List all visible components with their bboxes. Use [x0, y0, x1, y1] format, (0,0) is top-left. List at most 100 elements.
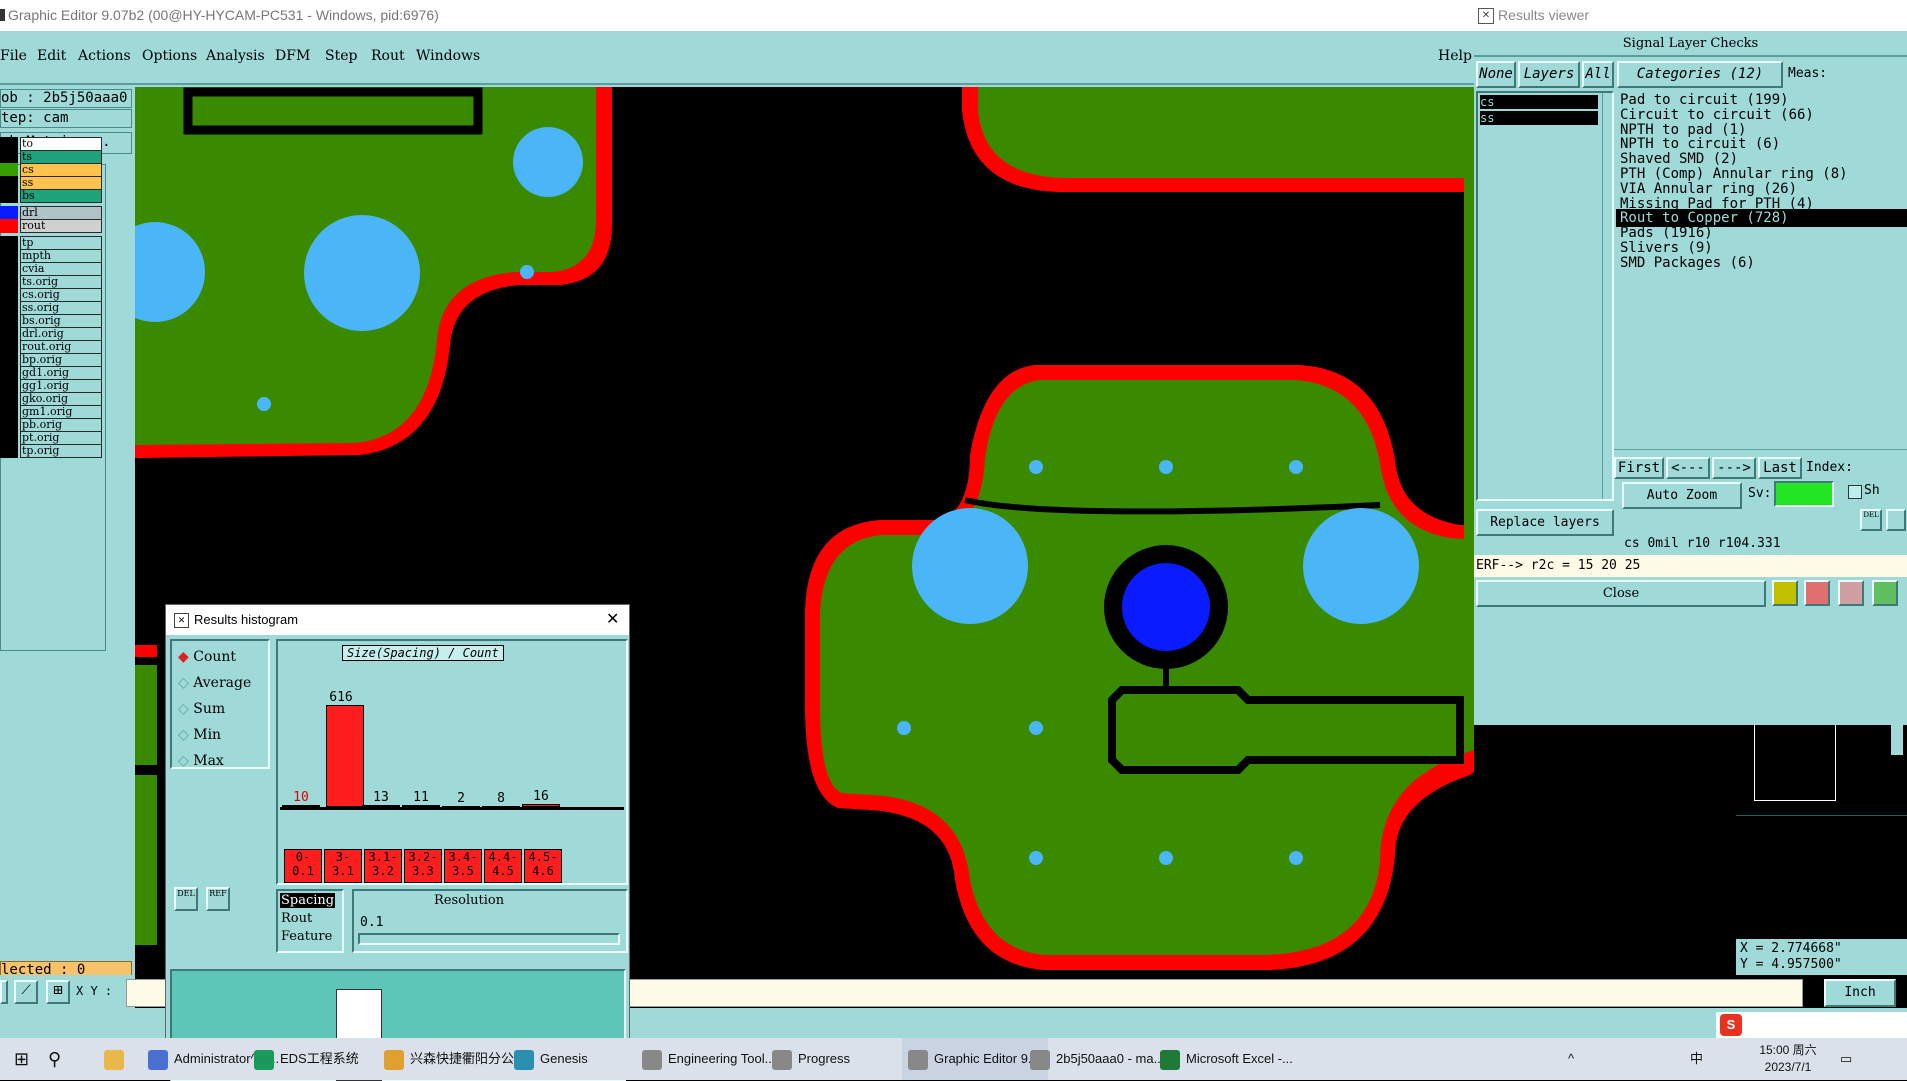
layer-item-ss[interactable]: ss [20, 176, 102, 190]
tool-icon-4[interactable] [1872, 580, 1898, 606]
layer-item-mpth[interactable]: mpth [20, 249, 102, 263]
layer-item-bs[interactable]: bs [20, 189, 102, 203]
sh-checkbox[interactable] [1848, 485, 1862, 499]
layer-hscroll[interactable] [1476, 499, 1606, 507]
layer-swatch[interactable] [0, 137, 18, 151]
layer-swatch[interactable] [0, 392, 18, 406]
menu-actions[interactable]: Actions [78, 48, 131, 64]
layer-swatch[interactable] [0, 189, 18, 203]
next-button[interactable]: ---> [1712, 457, 1756, 479]
layer-swatch[interactable] [0, 405, 18, 419]
categories-button[interactable]: Categories (12) [1617, 61, 1783, 88]
layer-swatch[interactable] [0, 418, 18, 432]
first-button[interactable]: First [1614, 457, 1664, 479]
taskbar-item[interactable]: Graphic Editor 9.... [902, 1038, 1049, 1080]
taskbar-item[interactable]: 兴森快捷衢阳分公... [384, 1038, 525, 1080]
histogram-bar[interactable] [442, 806, 480, 808]
layer-item-to[interactable]: to [20, 137, 102, 151]
tool-icon-1[interactable] [1772, 580, 1798, 606]
layer-item-cs-orig[interactable]: cs.orig [20, 288, 102, 302]
layer-item-gd1-orig[interactable]: gd1.orig [20, 366, 102, 380]
layer-item-cvia[interactable]: cvia [20, 262, 102, 276]
layer-item-ts-orig[interactable]: ts.orig [20, 275, 102, 289]
type-rout[interactable]: Rout [281, 911, 312, 926]
histogram-range-label[interactable]: 3.2- 3.3 [404, 849, 442, 883]
mode-average[interactable]: ◇ Average [178, 675, 251, 691]
main-title-bar[interactable]: Graphic Editor 9.07b2 (00@HY-HYCAM-PC531… [0, 0, 1474, 31]
layer-item-rout-orig[interactable]: rout.orig [20, 340, 102, 354]
start-icon[interactable]: ⊞ [14, 1038, 29, 1080]
layer-swatch[interactable] [0, 340, 18, 354]
ime-toolbar[interactable]: S [1716, 1012, 1907, 1038]
layer-swatch[interactable] [0, 379, 18, 393]
type-spacing[interactable]: Spacing [280, 893, 336, 908]
tool-icon-2[interactable] [1804, 580, 1830, 606]
sogou-icon[interactable]: S [1720, 1014, 1742, 1036]
layer-item-bp-orig[interactable]: bp.orig [20, 353, 102, 367]
folder-icon[interactable] [104, 1038, 130, 1080]
layer-swatch[interactable] [0, 163, 18, 177]
taskbar-item[interactable]: Microsoft Excel -... [1160, 1038, 1293, 1080]
menu-step[interactable]: Step [325, 48, 357, 64]
histogram-bar[interactable] [362, 805, 400, 807]
notification-icon[interactable]: ▭ [1840, 1038, 1852, 1080]
layers-button[interactable]: Layers [1518, 61, 1580, 88]
taskbar-item[interactable]: Engineering Tool... [642, 1038, 775, 1080]
menu-file[interactable]: File [0, 48, 27, 64]
menu-edit[interactable]: Edit [37, 48, 66, 64]
layer-item-drl-orig[interactable]: drl.orig [20, 327, 102, 341]
mode-min[interactable]: ◇ Min [178, 727, 221, 743]
histogram-bar[interactable] [282, 805, 320, 807]
tray-chevron-icon[interactable]: ^ [1568, 1038, 1574, 1080]
layer-swatch[interactable] [0, 366, 18, 380]
auto-zoom-menu[interactable]: Auto Zoom [1622, 482, 1742, 509]
layer-item-ts[interactable]: ts [20, 150, 102, 164]
layer-item-tp[interactable]: tp [20, 236, 102, 250]
layer-swatch[interactable] [0, 444, 18, 458]
close-button[interactable]: Close [1476, 580, 1766, 607]
menu-options[interactable]: Options [142, 48, 197, 64]
histogram-range-label[interactable]: 4.5- 4.6 [524, 849, 562, 883]
search-icon[interactable]: ⚲ [48, 1038, 61, 1080]
type-feature[interactable]: Feature [281, 929, 332, 944]
prev-button[interactable]: <--- [1666, 457, 1710, 479]
mode-sum[interactable]: ◇ Sum [178, 701, 225, 717]
menu-dfm[interactable]: DFM [275, 48, 310, 64]
ref-icon[interactable] [1886, 509, 1906, 531]
resolution-slider[interactable] [358, 933, 620, 945]
taskbar-item[interactable]: Progress [772, 1038, 850, 1080]
layer-swatch[interactable] [0, 275, 18, 289]
taskbar-item[interactable]: Genesis [514, 1038, 588, 1080]
all-button[interactable]: All [1582, 61, 1614, 88]
histogram-range-label[interactable]: 3.1- 3.2 [364, 849, 402, 883]
menu-windows[interactable]: Windows [416, 48, 480, 64]
del-icon[interactable]: DEL [174, 887, 198, 911]
mode-count[interactable]: ◆ Count [178, 649, 236, 665]
layer-item-rout[interactable]: rout [20, 219, 102, 233]
layer-swatch[interactable] [0, 150, 18, 164]
last-button[interactable]: Last [1758, 457, 1802, 479]
layer-item-bs-orig[interactable]: bs.orig [20, 314, 102, 328]
histogram-bar[interactable] [482, 806, 520, 808]
layer-item-drl[interactable]: drl [20, 206, 102, 220]
layer-swatch[interactable] [0, 314, 18, 328]
mini-map[interactable] [1736, 725, 1907, 939]
layer-swatch[interactable] [0, 288, 18, 302]
taskbar-item[interactable]: EDS工程系统 [254, 1038, 359, 1080]
layer-item-pt-orig[interactable]: pt.orig [20, 431, 102, 445]
layer-swatch[interactable] [0, 301, 18, 315]
layer-item-tp-orig[interactable]: tp.orig [20, 444, 102, 458]
tool-icon-3[interactable] [1838, 580, 1864, 606]
mini-map-scroll[interactable] [1891, 725, 1903, 755]
layer-item-ss-orig[interactable]: ss.orig [20, 301, 102, 315]
layer-item-gg1-orig[interactable]: gg1.orig [20, 379, 102, 393]
histogram-title-bar[interactable]: ✕ Results histogram ✕ [166, 605, 629, 635]
ime-indicator[interactable]: 中 [1690, 1038, 1703, 1080]
layer-item-pb-orig[interactable]: pb.orig [20, 418, 102, 432]
layer-list-scrollbar[interactable] [1602, 93, 1613, 499]
layer-swatch[interactable] [0, 176, 18, 190]
layer-swatch[interactable] [0, 206, 18, 220]
results-viewer-title-bar[interactable]: ✕ Results viewer [1474, 0, 1907, 31]
histogram-range-label[interactable]: 4.4- 4.5 [484, 849, 522, 883]
category-item[interactable]: SMD Packages (6) [1620, 254, 1755, 272]
